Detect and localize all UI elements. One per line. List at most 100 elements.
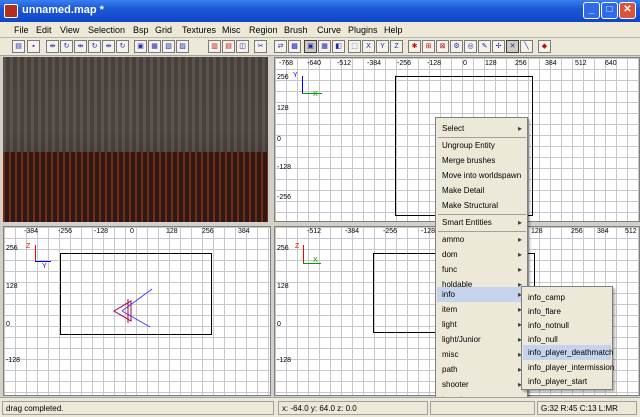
menu-misc[interactable]: Misc bbox=[222, 25, 241, 35]
menu-help[interactable]: Help bbox=[384, 25, 403, 35]
y-tick-label: 256 bbox=[277, 74, 289, 81]
window-title: unnamed.map * bbox=[22, 4, 104, 16]
menu-item-label: ammo bbox=[442, 235, 465, 244]
menu-item-item[interactable]: item ▸ bbox=[437, 302, 526, 317]
menu-item-label: item bbox=[442, 305, 458, 314]
menu-item-smart-entities[interactable]: Smart Entities ▸ bbox=[437, 215, 526, 230]
menu-region[interactable]: Region bbox=[249, 25, 278, 35]
close-button[interactable]: ✕ bbox=[619, 2, 636, 19]
menu-bsp[interactable]: Bsp bbox=[133, 25, 149, 35]
x-tick-label: -256 bbox=[383, 228, 398, 235]
rotate-z-icon[interactable]: ↻ bbox=[116, 40, 129, 53]
drill-icon[interactable]: ◎ bbox=[464, 40, 477, 53]
hollow-icon[interactable]: ◫ bbox=[236, 40, 249, 53]
bend-icon[interactable]: ⊠ bbox=[436, 40, 449, 53]
x-tick-label: 0 bbox=[463, 60, 467, 67]
menu-brush[interactable]: Brush bbox=[284, 25, 308, 35]
axis-letter-x: X bbox=[313, 91, 318, 98]
partial-tall-icon[interactable]: ▨ bbox=[176, 40, 189, 53]
paint-icon[interactable]: ✎ bbox=[478, 40, 491, 53]
camera-view[interactable] bbox=[3, 57, 268, 222]
y-axis-icon[interactable]: Y bbox=[376, 40, 389, 53]
submenu-item-info-camp[interactable]: info_camp bbox=[523, 290, 611, 305]
zy-view[interactable]: -384 -256 -128 0 128 256 384 256 128 0 -… bbox=[3, 226, 271, 396]
axis-letter-x: X bbox=[313, 257, 318, 264]
x-tick-label: -512 bbox=[337, 60, 352, 67]
menu-item-light[interactable]: light ▸ bbox=[437, 317, 526, 332]
menu-grid[interactable]: Grid bbox=[155, 25, 172, 35]
menu-curve[interactable]: Curve bbox=[317, 25, 341, 35]
minimize-button[interactable]: _ bbox=[583, 2, 600, 19]
flip-x-icon[interactable]: ⇹ bbox=[46, 40, 59, 53]
flip-y-icon[interactable]: ⇹ bbox=[74, 40, 87, 53]
cubic-clip-icon[interactable]: ◧ bbox=[332, 40, 345, 53]
menu-item-misc[interactable]: misc ▸ bbox=[437, 347, 526, 362]
csg-subtract-icon[interactable]: ▥ bbox=[208, 40, 221, 53]
menu-item-light-junior[interactable]: light/Junior ▸ bbox=[437, 332, 526, 347]
menu-item-make-detail[interactable]: Make Detail bbox=[437, 183, 526, 198]
z-axis-icon[interactable]: Z bbox=[390, 40, 403, 53]
entity-marker[interactable] bbox=[4, 227, 271, 396]
texture-view-icon[interactable]: ▩ bbox=[288, 40, 301, 53]
menu-item-select[interactable]: Select ▸ bbox=[437, 121, 526, 136]
submenu-arrow-icon: ▸ bbox=[517, 235, 522, 244]
camera-preview-icon[interactable]: ▣ bbox=[304, 40, 317, 53]
menu-textures[interactable]: Textures bbox=[182, 25, 216, 35]
vertex-edit-icon[interactable]: ✕ bbox=[506, 40, 519, 53]
menu-item-ammo[interactable]: ammo ▸ bbox=[437, 232, 526, 247]
flip-z-icon[interactable]: ⇹ bbox=[102, 40, 115, 53]
x-tick-label: 256 bbox=[515, 60, 527, 67]
menu-plugins[interactable]: Plugins bbox=[348, 25, 378, 35]
submenu-item-info-player-start[interactable]: info_player_start bbox=[523, 374, 611, 389]
x-axis-icon[interactable]: X bbox=[362, 40, 375, 53]
entity-list-icon[interactable]: ▦ bbox=[318, 40, 331, 53]
select-inside-icon[interactable]: ▧ bbox=[162, 40, 175, 53]
maximize-button[interactable]: □ bbox=[601, 2, 618, 19]
menu-item-path[interactable]: path ▸ bbox=[437, 362, 526, 377]
x-tick-label: -128 bbox=[427, 60, 442, 67]
menu-item-shooter[interactable]: shooter ▸ bbox=[437, 377, 526, 392]
open-icon[interactable]: ▤ bbox=[12, 40, 25, 53]
menu-view[interactable]: View bbox=[60, 25, 79, 35]
status-blank bbox=[430, 401, 535, 415]
x-tick-label: 384 bbox=[597, 228, 609, 235]
lock-icon[interactable]: ✢ bbox=[492, 40, 505, 53]
menu-item-info[interactable]: info ▸ bbox=[437, 287, 526, 302]
weld-icon[interactable]: ⚙ bbox=[450, 40, 463, 53]
submenu-item-info-flare[interactable]: info_flare bbox=[523, 304, 611, 319]
x-tick-label: 512 bbox=[625, 228, 637, 235]
menu-item-merge-brushes[interactable]: Merge brushes bbox=[437, 153, 526, 168]
csg-merge-icon[interactable]: ▤ bbox=[222, 40, 235, 53]
rotate-x-icon[interactable]: ↻ bbox=[60, 40, 73, 53]
submenu-item-info-notnull[interactable]: info_notnull bbox=[523, 318, 611, 333]
rotate-y-icon[interactable]: ↻ bbox=[88, 40, 101, 53]
y-tick-label: 0 bbox=[277, 136, 281, 143]
move-icon[interactable]: ⬚ bbox=[348, 40, 361, 53]
save-icon[interactable]: ▪ bbox=[27, 40, 40, 53]
x-tick-label: 512 bbox=[575, 60, 587, 67]
patch-icon[interactable]: ✱ bbox=[408, 40, 421, 53]
select-touching-icon[interactable]: ▦ bbox=[148, 40, 161, 53]
y-tick-label: -256 bbox=[277, 194, 292, 201]
y-tick-label: 128 bbox=[277, 283, 289, 290]
submenu-item-info-player-deathmatch[interactable]: info_player_deathmatch bbox=[523, 345, 613, 360]
brush-icon[interactable]: ◆ bbox=[538, 40, 551, 53]
menu-item-label: path bbox=[442, 365, 458, 374]
cap-icon[interactable]: ⊞ bbox=[422, 40, 435, 53]
camera-wall-texture bbox=[3, 57, 268, 152]
menu-item-make-structural[interactable]: Make Structural bbox=[437, 198, 526, 213]
submenu-item-info-player-intermission[interactable]: info_player_intermission bbox=[523, 360, 614, 375]
menu-item-move-into-worldspawn[interactable]: Move into worldspawn bbox=[437, 168, 526, 183]
clipper-icon[interactable]: ✂ bbox=[254, 40, 267, 53]
app-icon bbox=[4, 4, 18, 18]
submenu-arrow-icon: ▸ bbox=[517, 265, 522, 274]
menu-item-func[interactable]: func ▸ bbox=[437, 262, 526, 277]
menu-item-dom[interactable]: dom ▸ bbox=[437, 247, 526, 262]
edge-edit-icon[interactable]: ╲ bbox=[520, 40, 533, 53]
complete-tall-icon[interactable]: ▣ bbox=[134, 40, 147, 53]
menu-selection[interactable]: Selection bbox=[88, 25, 125, 35]
menu-file[interactable]: File bbox=[14, 25, 29, 35]
menu-item-ungroup-entity[interactable]: Ungroup Entity bbox=[437, 138, 526, 153]
menu-edit[interactable]: Edit bbox=[36, 25, 52, 35]
change-view-icon[interactable]: ⇄ bbox=[274, 40, 287, 53]
